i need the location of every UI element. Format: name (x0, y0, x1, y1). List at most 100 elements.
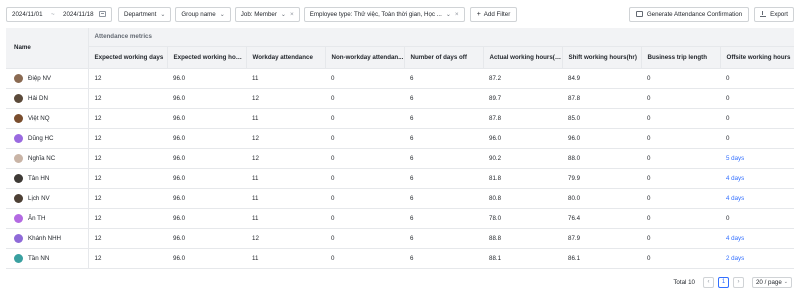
chevron-down-icon: ⌄ (445, 11, 451, 18)
table-row[interactable]: Dũng HC 12 96.0 12 0 6 96.0 96.0 0 0 (6, 128, 795, 149)
column-header[interactable]: Expected working hour... (166, 46, 246, 69)
employee-name-cell: Hải DN (6, 88, 89, 109)
table-cell: 6 (404, 88, 483, 109)
employee-type-label: Employee type: Thử việc, Toàn thời gian,… (309, 10, 442, 18)
add-filter-button[interactable]: + Add Filter (469, 6, 518, 22)
table-cell: 0 (325, 68, 404, 89)
employee: Lịch NV (14, 193, 87, 203)
column-header[interactable]: Business trip length (640, 46, 720, 69)
table-cell: 96.0 (167, 208, 246, 229)
table-cell: 6 (404, 228, 483, 249)
employee: Điệp NV (14, 73, 87, 83)
table-cell: 0 (720, 68, 795, 89)
page-1-button[interactable]: 1 (717, 276, 729, 288)
table-row[interactable]: Nghĩa NC 12 96.0 12 0 6 90.2 88.0 0 5 days (6, 148, 795, 169)
add-filter-label: Add Filter (483, 10, 511, 18)
employee-name[interactable]: Khánh NHH (28, 235, 61, 242)
table-cell: 81.8 (483, 168, 562, 189)
table-row[interactable]: Việt NQ 12 96.0 11 0 6 87.8 85.0 0 0 (6, 108, 795, 129)
employee-name[interactable]: Lịch NV (28, 195, 50, 202)
next-page-button[interactable]: › (732, 276, 744, 288)
table-cell: 12 (88, 68, 167, 89)
table-cell: 0 (325, 88, 404, 109)
table-cell: 12 (88, 208, 167, 229)
employee-name-cell: Việt NQ (6, 108, 89, 129)
chevron-down-icon: ⌄ (160, 11, 166, 18)
table-row[interactable]: Hải DN 12 96.0 12 0 6 89.7 87.8 0 0 (6, 88, 795, 109)
table-cell: 0 (325, 168, 404, 189)
table-cell: 87.2 (483, 68, 562, 89)
page-size-select[interactable]: 20 / page ⌄ (751, 276, 792, 288)
employee-name-cell: Điệp NV (6, 68, 89, 89)
employee-name[interactable]: Nghĩa NC (28, 155, 55, 162)
employee-name-cell: Ân TH (6, 208, 89, 229)
table-cell: 11 (246, 208, 325, 229)
generate-attendance-confirmation-button[interactable]: Generate Attendance Confirmation (628, 6, 750, 22)
table-cell: 76.4 (562, 208, 641, 229)
table-cell: 78.0 (483, 208, 562, 229)
table-cell: 11 (246, 168, 325, 189)
table-row[interactable]: Điệp NV 12 96.0 11 0 6 87.2 84.9 0 0 (6, 68, 795, 89)
employee-name[interactable]: Tân HN (28, 175, 49, 182)
column-header[interactable]: Offsite working hours (719, 46, 795, 69)
column-header[interactable]: Shift working hours(hr) (561, 46, 641, 69)
column-header[interactable]: Expected working days (88, 46, 167, 69)
close-icon[interactable]: × (290, 11, 294, 18)
date-range-picker[interactable]: 2024/11/01 ~ 2024/11/18 (6, 6, 112, 22)
table-row[interactable]: Lịch NV 12 96.0 11 0 6 80.8 80.0 0 4 days (6, 188, 795, 209)
column-header[interactable]: Actual working hours(hr) (482, 46, 562, 69)
employee-name[interactable]: Ân TH (28, 215, 45, 222)
table-cell: 0 (325, 208, 404, 229)
name-column-header[interactable]: Name (6, 28, 89, 69)
employee-type-filter[interactable]: Employee type: Thử việc, Toàn thời gian,… (303, 6, 465, 22)
table-cell: 6 (404, 188, 483, 209)
table-cell[interactable]: 4 days (720, 188, 795, 209)
export-button[interactable]: Export (754, 6, 794, 22)
table-cell[interactable]: 2 days (720, 248, 795, 269)
table-cell: 87.9 (562, 228, 641, 249)
table-cell[interactable]: 4 days (720, 168, 795, 189)
column-header[interactable]: Number of days off (403, 46, 483, 69)
employee-name[interactable]: Hải DN (28, 95, 48, 102)
table-cell: 6 (404, 68, 483, 89)
employee: Nghĩa NC (14, 153, 87, 163)
avatar (14, 93, 23, 103)
table-cell: 12 (88, 168, 167, 189)
close-icon[interactable]: × (455, 11, 459, 18)
table-cell: 6 (404, 248, 483, 269)
group-name-label: Group name (181, 10, 216, 18)
table-row[interactable]: Ân TH 12 96.0 11 0 6 78.0 76.4 0 0 (6, 208, 795, 229)
job-filter[interactable]: Job: Member ⌄ × (234, 6, 300, 22)
table-cell[interactable]: 5 days (720, 148, 795, 169)
column-header[interactable]: Workday attendance (245, 46, 325, 69)
table-row[interactable]: Tân HN 12 96.0 11 0 6 81.8 79.9 0 4 days (6, 168, 795, 189)
table-cell[interactable]: 4 days (720, 228, 795, 249)
chevron-down-icon: ⌄ (219, 11, 225, 18)
avatar (14, 133, 23, 143)
attendance-table: Name Attendance metrics Expected working… (6, 28, 795, 269)
table-cell: 11 (246, 188, 325, 209)
page-size-label: 20 / page (755, 278, 782, 286)
column-header[interactable]: Non-workday attendan... (324, 46, 404, 69)
avatar (14, 233, 23, 243)
table-row[interactable]: Tần NN 12 96.0 11 0 6 88.1 86.1 0 2 days (6, 248, 795, 269)
employee-name[interactable]: Dũng HC (28, 135, 53, 142)
employee-name[interactable]: Việt NQ (28, 115, 50, 122)
table-cell: 0 (641, 108, 720, 129)
employee-name-cell: Lịch NV (6, 188, 89, 209)
plus-icon: + (476, 10, 481, 18)
employee-name[interactable]: Tần NN (28, 255, 49, 262)
table-cell: 0 (641, 188, 720, 209)
table-cell: 12 (246, 88, 325, 109)
prev-page-button[interactable]: ‹ (702, 276, 714, 288)
generate-label: Generate Attendance Confirmation (646, 10, 743, 18)
job-filter-label: Job: Member (240, 10, 277, 18)
employee-name-cell: Tân HN (6, 168, 89, 189)
department-filter[interactable]: Department ⌄ (118, 6, 172, 22)
table-row[interactable]: Khánh NHH 12 96.0 12 0 6 88.8 87.9 0 4 days (6, 228, 795, 249)
table-cell: 0 (720, 128, 795, 149)
group-name-filter[interactable]: Group name ⌄ (175, 6, 231, 22)
employee-name[interactable]: Điệp NV (28, 75, 51, 82)
table-cell: 96.0 (167, 188, 246, 209)
date-separator: ~ (50, 10, 55, 18)
